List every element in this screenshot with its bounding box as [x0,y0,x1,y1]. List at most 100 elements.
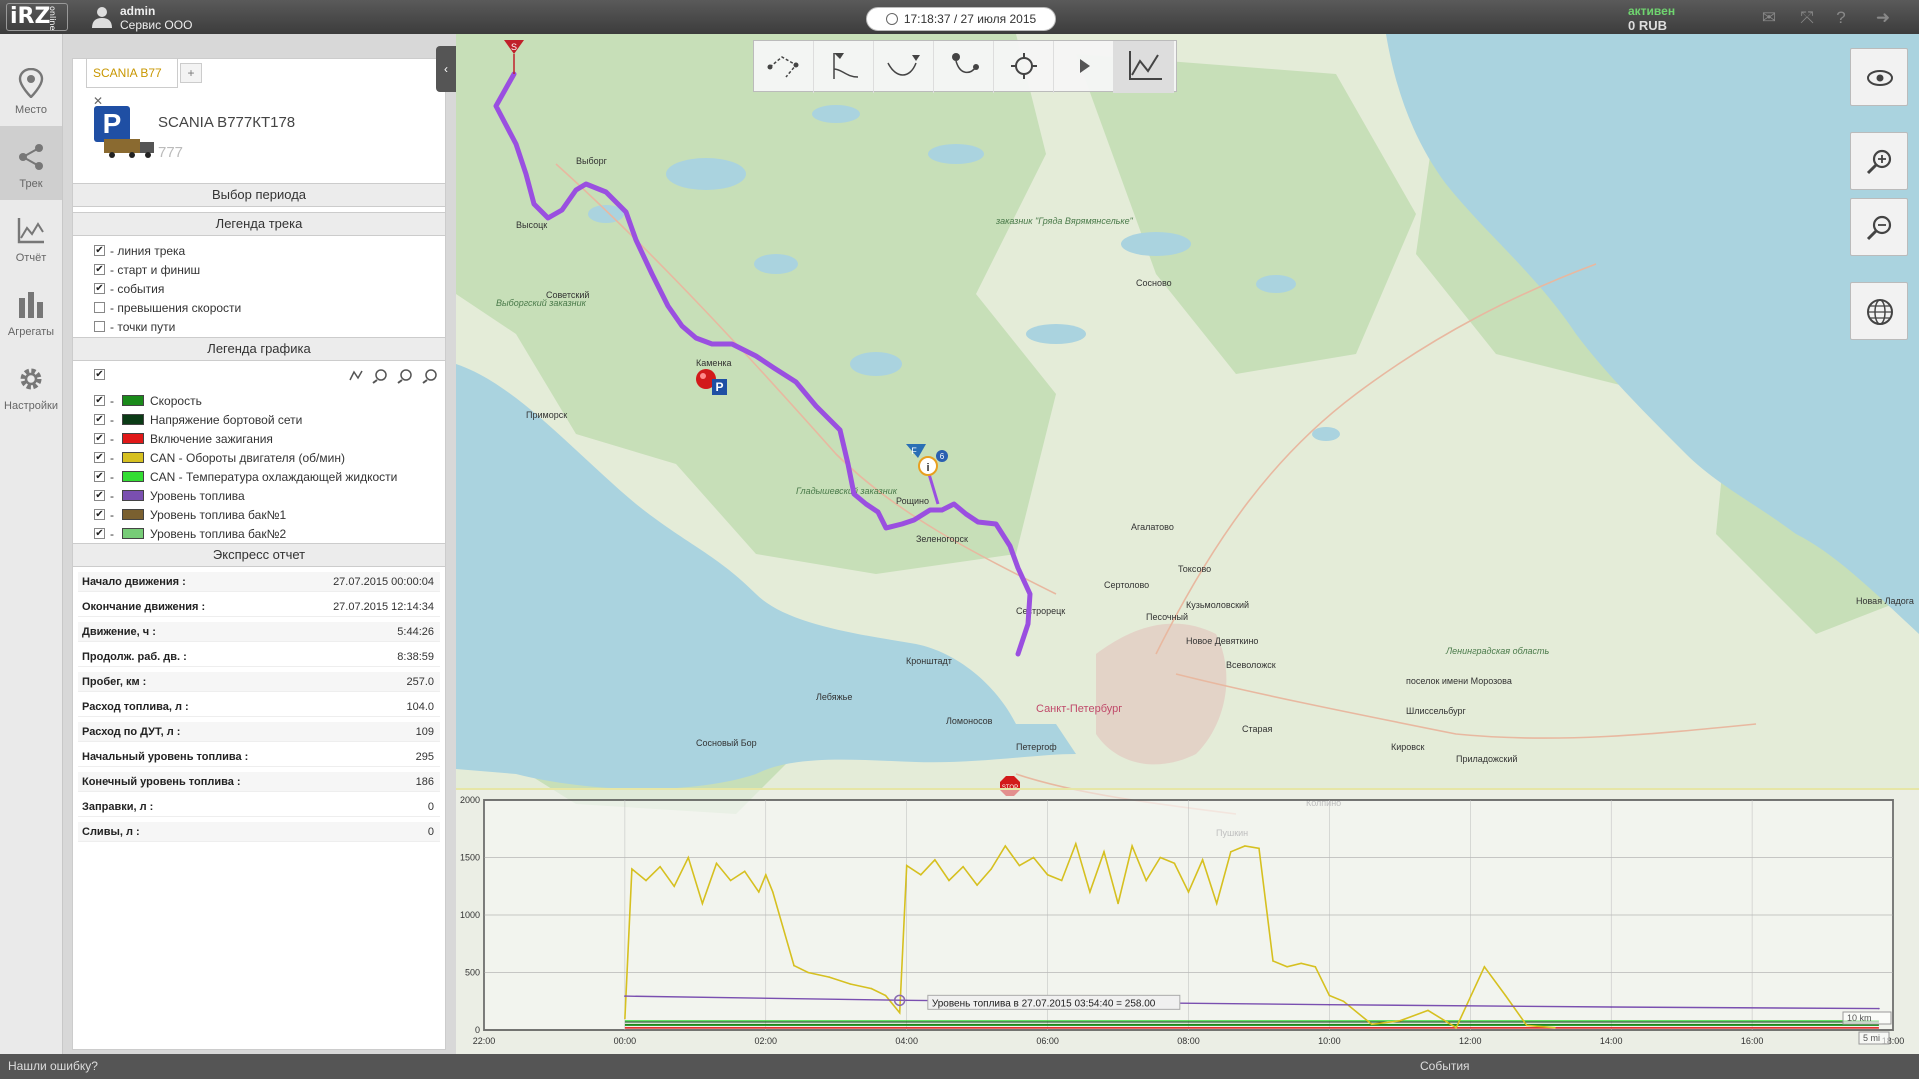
checkbox[interactable]: ✔ [94,528,105,539]
checkbox[interactable]: ✔ [94,433,105,444]
data-point [1272,960,1274,962]
track-legend-header[interactable]: Легенда трека [73,212,445,236]
map-label: Зеленогорск [916,534,968,544]
map-label: Высоцк [516,220,547,230]
graph-legend-item[interactable]: ✔ - Включение зажигания [94,432,434,448]
express-report-header[interactable]: Экспресс отчет [73,543,445,567]
play-tool[interactable] [1054,41,1114,93]
chart-canvas[interactable]: 0 500 1000 1500 2000 22:00 00:00 02:00 04:00 06:0… [456,790,1919,1054]
checkbox[interactable]: ✔ [94,395,105,406]
data-point [1328,994,1331,997]
view-toggle-button[interactable] [1850,48,1908,106]
bars-icon [19,292,43,318]
data-point [1399,1020,1401,1022]
track-route-tool[interactable] [874,41,934,93]
tooltip-text: Уровень топлива в 27.07.2015 03:54:40 = … [932,998,1156,1009]
data-point [659,865,661,868]
checkbox[interactable]: ✔ [94,264,105,275]
graph-legend-item[interactable]: ✔ - Уровень топлива [94,489,434,505]
nav-place[interactable]: Место [0,52,62,126]
graph-legend-label: Уровень топлива бак№2 [150,527,287,541]
report-value: 257.0 [406,676,434,688]
data-point [1504,994,1507,997]
report-key: Пробег, км : [82,676,147,688]
graph-legend-item[interactable]: ✔ - CAN - Температура охлаждающей жидкости [94,470,434,486]
report-row: Конечный уровень топлива : 186 [78,772,440,792]
report-error-link[interactable]: Нашли ошибку? [8,1059,98,1073]
checkbox[interactable]: ✔ [94,490,105,501]
nav-aggregates[interactable]: Агрегаты [0,274,62,348]
report-row: Окончание движения : 27.07.2015 12:14:34 [78,597,440,617]
series-color-swatch [122,433,144,444]
account-balance: 0 RUB [1628,18,1668,33]
map-label: Ломоносов [946,716,993,726]
nav-label: Отчёт [15,252,47,264]
add-tab-button[interactable]: + [180,63,202,83]
waypoint-tool[interactable] [934,41,994,93]
collapse-panel-button[interactable]: ‹ [436,46,456,92]
graph-legend-header[interactable]: Легенда графика [73,337,445,361]
tab-vehicle[interactable]: SCANIA В77 ✕ [86,58,178,108]
zoom-reset-icon[interactable] [422,369,437,384]
graph-legend-item[interactable]: ✔ - CAN - Обороты двигателя (об/мин) [94,451,434,467]
svg-text:P: P [715,380,723,394]
data-point [1525,1024,1528,1027]
svg-text:S: S [511,42,517,52]
nav-track[interactable]: Трек [0,126,62,200]
report-value: 104.0 [406,701,434,713]
fullscreen-icon[interactable]: ⤧ [1796,9,1818,27]
app-logo[interactable]: iRZ online [6,3,68,31]
truck-icon [104,139,154,158]
data-point [1342,1000,1345,1003]
graph-legend-item[interactable]: ✔ - Уровень топлива бак№1 [94,508,434,524]
report-row: Расход по ДУТ, л : 109 [78,722,440,742]
checkbox[interactable]: ✔ [94,471,105,482]
checkbox[interactable] [94,302,105,313]
track-start-tool[interactable] [814,41,874,93]
graph-legend-label: Включение зажигания [150,432,273,446]
zoom-out-button[interactable] [1850,198,1908,256]
data-point [1187,891,1190,893]
map-label: Рощино [896,496,929,506]
date-time-display[interactable]: 17:18:37 / 27 июля 2015 [866,7,1056,31]
graph-fit-icon[interactable] [349,370,363,381]
graph-icon [1129,51,1162,80]
nav-report[interactable]: Отчёт [0,200,62,274]
data-point [729,879,732,882]
map-label: Новое Девяткино [1186,636,1258,646]
checkbox[interactable]: ✔ [94,452,105,463]
checkbox[interactable]: ✔ [94,414,105,425]
period-select-header[interactable]: Выбор периода [73,183,445,207]
zoom-in-button[interactable] [1850,132,1908,190]
graph-legend-item[interactable]: ✔ - Уровень топлива бак№2 [94,527,434,543]
logout-icon[interactable]: ➜ [1872,9,1894,27]
graph-tool[interactable] [1114,41,1174,93]
left-navigation: Место Трек Отчёт Агрегаты Настройки [0,34,63,1054]
nav-settings[interactable]: Настройки [0,348,62,422]
series-color-swatch [122,471,144,482]
mail-icon[interactable]: ✉ [1758,9,1780,27]
checkbox[interactable] [94,321,105,332]
events-tab[interactable]: События [1420,1059,1470,1073]
zoom-out-icon[interactable] [397,369,412,384]
help-icon[interactable]: ? [1830,9,1852,27]
graph-legend-label: CAN - Температура охлаждающей жидкости [150,470,398,484]
locate-tool[interactable] [994,41,1054,93]
graph-legend-item[interactable]: ✔ - Напряжение бортовой сети [94,413,434,429]
graph-legend-item[interactable]: ✔ - Скорость [94,394,434,410]
data-point [1046,873,1049,876]
track-start-icon [833,53,859,79]
data-point [1300,962,1303,965]
series-color-swatch [122,509,144,520]
vehicle-card: P SCANIA В777КТ178 777 [76,96,442,178]
checkbox[interactable]: ✔ [94,369,105,380]
telemetry-chart[interactable]: 0 500 1000 1500 2000 22:00 00:00 02:00 04:00 06:0… [456,788,1919,1054]
report-value: 295 [415,751,434,763]
select-area-tool[interactable] [754,41,814,93]
map-layer-button[interactable] [1850,282,1908,340]
checkbox[interactable]: ✔ [94,283,105,294]
graph-tools [349,369,437,384]
checkbox[interactable]: ✔ [94,509,105,520]
zoom-in-icon[interactable] [372,369,387,384]
checkbox[interactable]: ✔ [94,245,105,256]
